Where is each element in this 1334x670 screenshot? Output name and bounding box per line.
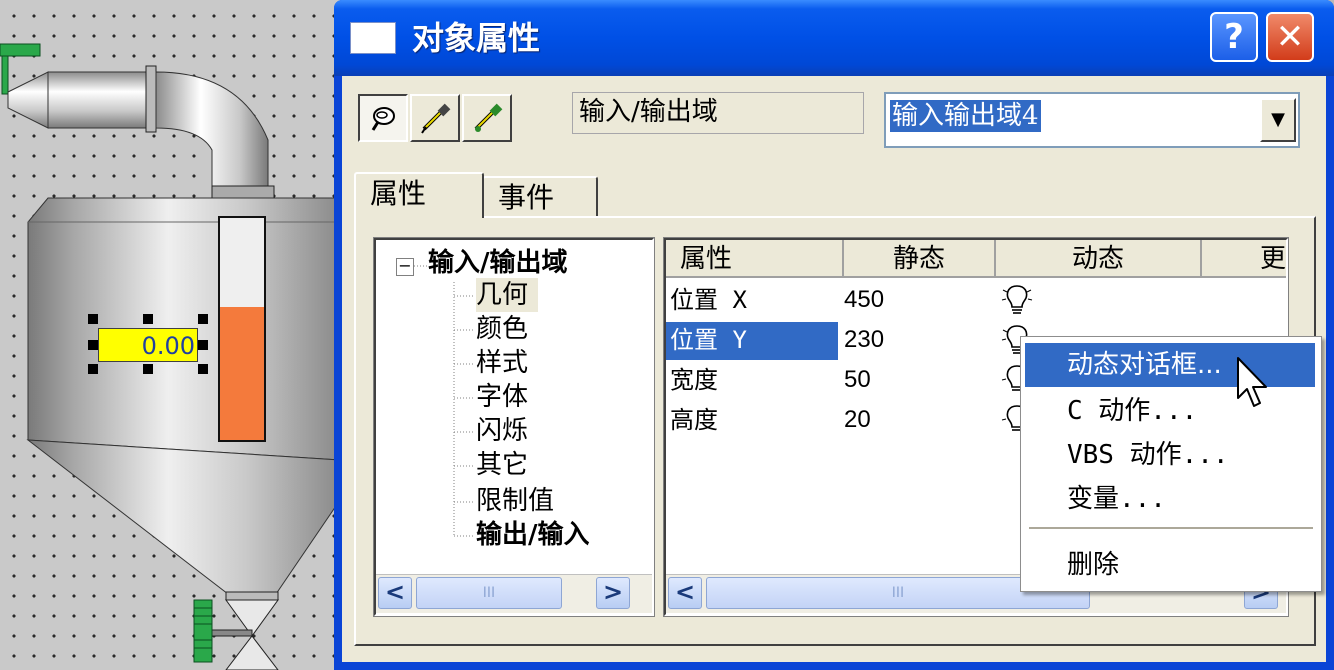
tree-item-limits[interactable]: 限制值 xyxy=(476,484,554,518)
menu-item-vbs-action[interactable]: VBS 动作... xyxy=(1025,433,1315,477)
collapse-icon[interactable]: − xyxy=(396,258,414,276)
cell-static[interactable]: 230 xyxy=(844,322,884,358)
cell-prop[interactable]: 位置 X xyxy=(670,282,747,318)
scroll-left-icon[interactable]: < xyxy=(378,577,412,609)
menu-item-tag[interactable]: 变量... xyxy=(1025,477,1315,521)
column-header-dynamic[interactable]: 动态 xyxy=(996,240,1202,278)
pin-icon xyxy=(371,107,395,131)
tank-level-bar xyxy=(218,216,266,442)
selection-handle[interactable] xyxy=(88,364,98,374)
menu-item-c-action[interactable]: C 动作... xyxy=(1025,389,1315,433)
dialog-title: 对象属性 xyxy=(412,19,541,57)
paste-properties-icon xyxy=(474,103,503,132)
eyedropper-button[interactable] xyxy=(410,94,460,142)
cell-prop[interactable]: 位置 Y xyxy=(670,322,747,358)
chevron-down-icon[interactable]: ▼ xyxy=(1260,98,1296,142)
selection-handle[interactable] xyxy=(198,314,208,324)
column-header-property[interactable]: 属性 xyxy=(666,240,844,278)
context-menu: 动态对话框... C 动作... VBS 动作... 变量... 删除 xyxy=(1020,336,1322,592)
selection-handle[interactable] xyxy=(143,364,153,374)
graphics-canvas[interactable]: 0.00 xyxy=(0,0,340,670)
cell-static[interactable]: 450 xyxy=(844,282,884,318)
paste-properties-button[interactable] xyxy=(462,94,512,142)
selection-handle[interactable] xyxy=(88,340,98,350)
scroll-thumb[interactable]: III xyxy=(416,577,562,609)
eyedropper-icon xyxy=(421,103,451,134)
tab-events[interactable]: 事件 xyxy=(482,176,598,218)
object-name-combobox[interactable]: 输入输出域4 ▼ xyxy=(884,92,1300,148)
cell-static[interactable]: 20 xyxy=(844,402,871,438)
column-header-more[interactable]: 更 xyxy=(1202,240,1286,278)
tree-hscrollbar[interactable]: < III > xyxy=(376,574,652,613)
cell-prop[interactable]: 高度 xyxy=(670,402,718,438)
menu-item-dynamic-dialog[interactable]: 动态对话框... xyxy=(1025,343,1315,387)
selection-handle[interactable] xyxy=(198,340,208,350)
object-type-label: 输入/输出域 xyxy=(572,92,864,134)
property-tree[interactable]: − 输入/输出域 几何 颜色 样式 字体 闪烁 其它 限制值 输出/输入 < I… xyxy=(373,237,655,617)
tree-item-other[interactable]: 其它 xyxy=(476,448,528,482)
cell-static[interactable]: 50 xyxy=(844,362,871,398)
selection-handle[interactable] xyxy=(198,364,208,374)
dialog-titlebar[interactable]: 对象属性 ? ✕ xyxy=(334,0,1334,76)
menu-separator xyxy=(1029,527,1313,530)
object-name-value[interactable]: 输入输出域4 xyxy=(890,100,1041,132)
tree-item-font[interactable]: 字体 xyxy=(476,380,528,414)
selection-handle[interactable] xyxy=(88,314,98,324)
tab-properties[interactable]: 属性 xyxy=(354,172,484,218)
menu-item-delete[interactable]: 删除 xyxy=(1025,543,1315,587)
scroll-right-icon[interactable]: > xyxy=(596,577,630,609)
io-field-selected[interactable]: 0.00 xyxy=(98,328,198,362)
tree-item-output-input[interactable]: 输出/输入 xyxy=(476,518,590,552)
help-button[interactable]: ? xyxy=(1210,12,1258,62)
tree-item-geometry[interactable]: 几何 xyxy=(476,278,528,312)
pin-button[interactable] xyxy=(358,94,408,142)
tree-item-style[interactable]: 样式 xyxy=(476,346,528,380)
column-header-static[interactable]: 静态 xyxy=(844,240,996,278)
selection-handle[interactable] xyxy=(143,314,153,324)
tank-level-fill xyxy=(220,306,264,440)
close-button[interactable]: ✕ xyxy=(1266,12,1314,62)
tree-item-flashing[interactable]: 闪烁 xyxy=(476,414,528,448)
lightbulb-icon[interactable] xyxy=(1000,282,1034,318)
tree-root[interactable]: 输入/输出域 xyxy=(428,246,568,280)
window-icon xyxy=(350,22,396,54)
mouse-pointer-icon xyxy=(1237,357,1267,407)
tree-item-color[interactable]: 颜色 xyxy=(476,312,528,346)
cell-prop[interactable]: 宽度 xyxy=(670,362,718,398)
scroll-left-icon[interactable]: < xyxy=(668,577,702,609)
